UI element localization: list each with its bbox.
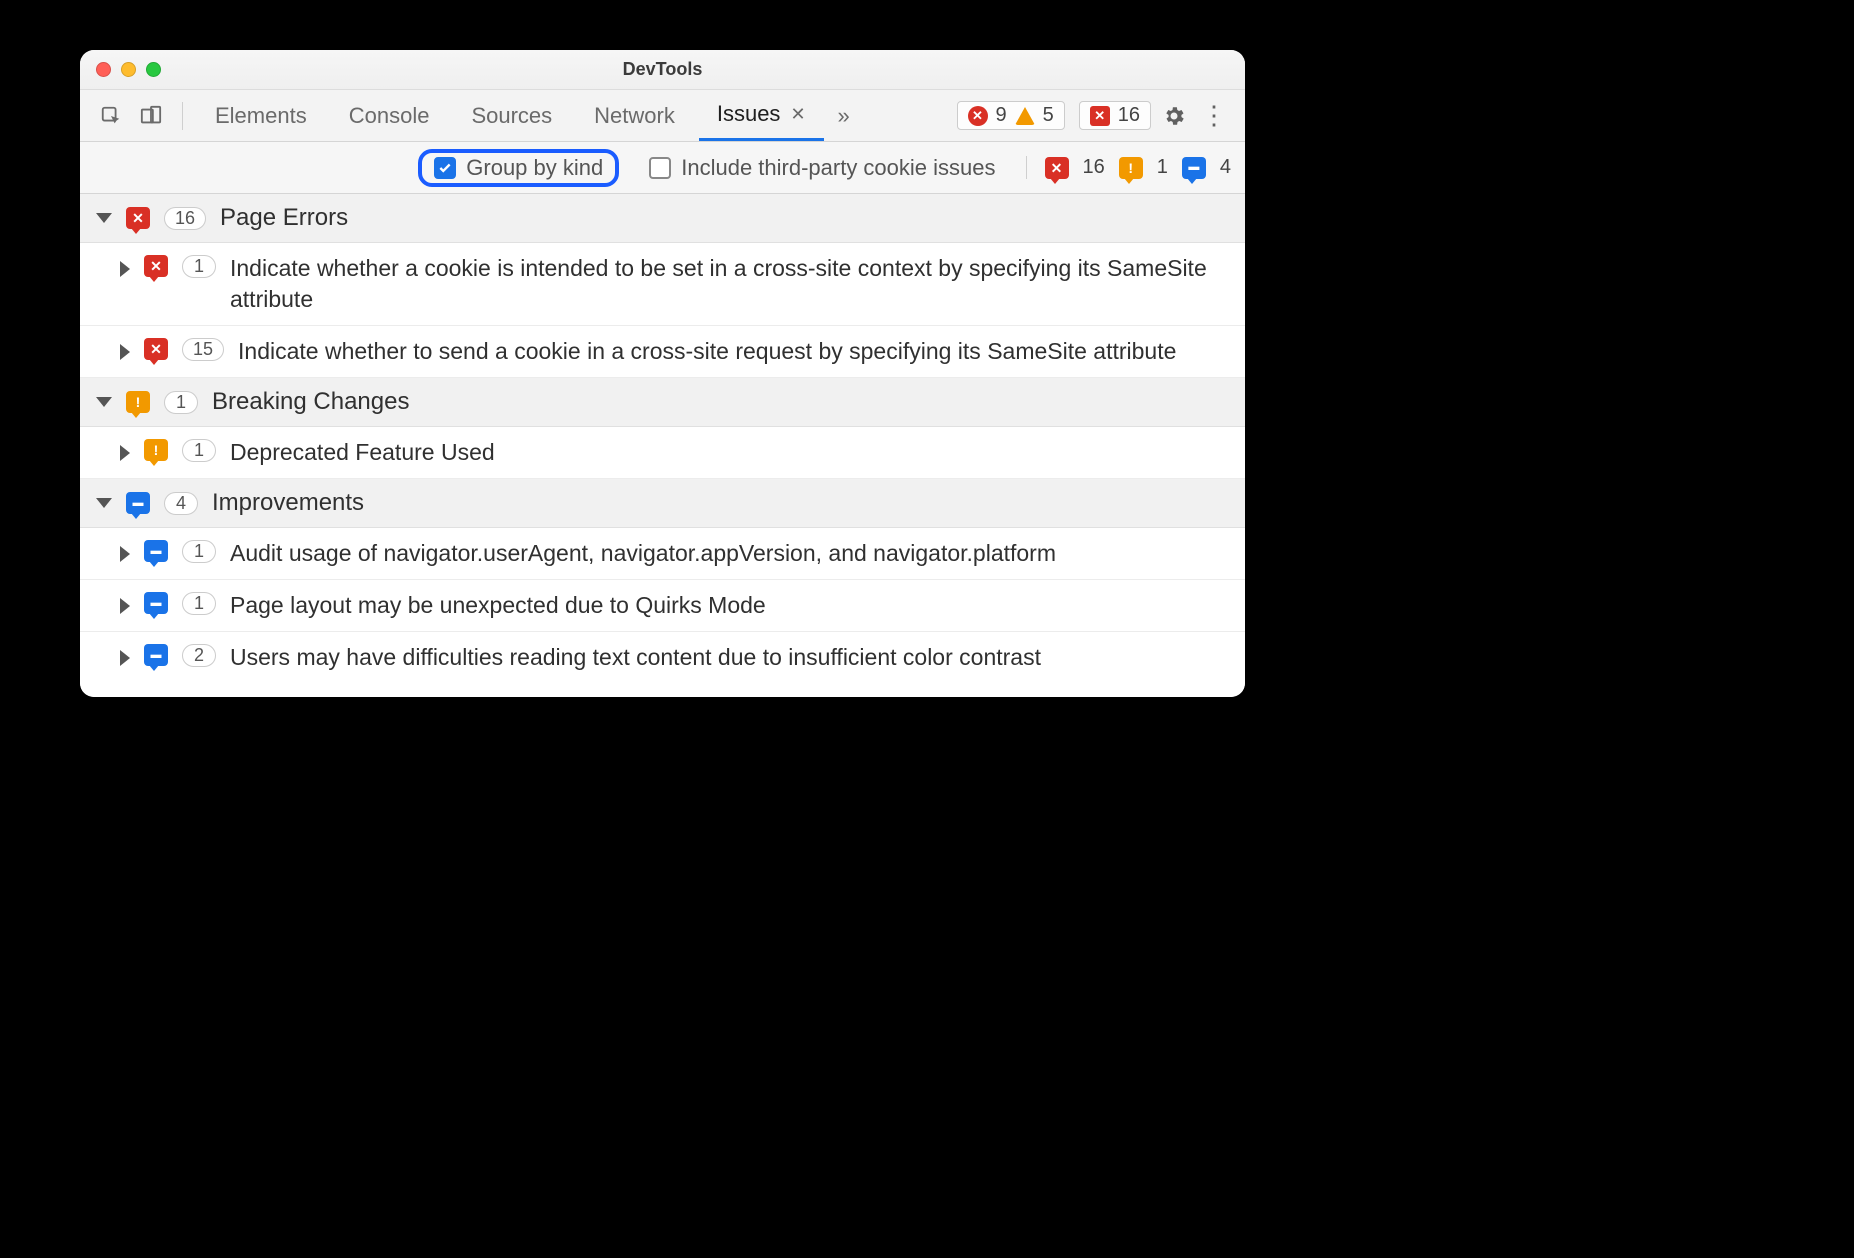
group-count-badge: 1 <box>164 391 198 414</box>
group-title: Page Errors <box>220 204 348 232</box>
checkbox-label: Group by kind <box>466 155 603 181</box>
divider <box>182 102 183 130</box>
group-by-kind-checkbox[interactable]: Group by kind <box>418 149 619 187</box>
tab-console[interactable]: Console <box>331 90 448 141</box>
tab-elements[interactable]: Elements <box>197 90 325 141</box>
group-header-page-errors[interactable]: ✕ 16 Page Errors <box>80 194 1245 243</box>
more-options-icon[interactable]: ⋮ <box>1197 99 1231 133</box>
tab-label: Network <box>594 103 675 129</box>
minimize-window-button[interactable] <box>121 62 136 77</box>
warning-bubble-icon: ! <box>126 391 150 413</box>
issue-row[interactable]: ! 1 Deprecated Feature Used <box>80 427 1245 479</box>
chevron-right-icon <box>120 344 130 360</box>
checkbox-unchecked-icon <box>649 157 671 179</box>
close-tab-icon[interactable]: ✕ <box>790 104 805 125</box>
issue-row[interactable]: ▬ 1 Page layout may be unexpected due to… <box>80 580 1245 632</box>
issue-message: Indicate whether a cookie is intended to… <box>230 253 1229 315</box>
chevron-right-icon <box>120 546 130 562</box>
info-bubble-icon: ▬ <box>144 644 168 666</box>
issues-badge[interactable]: ✕ 16 <box>1079 101 1151 130</box>
tab-label: Console <box>349 103 430 129</box>
tabstrip: Elements Console Sources Network Issues … <box>80 90 1245 142</box>
titlebar: DevTools <box>80 50 1245 90</box>
issue-count-badge: 1 <box>182 255 216 278</box>
issue-row[interactable]: ✕ 1 Indicate whether a cookie is intende… <box>80 243 1245 326</box>
chevron-down-icon <box>96 213 112 223</box>
error-bubble-icon: ✕ <box>144 338 168 360</box>
settings-icon[interactable] <box>1157 99 1191 133</box>
checkbox-checked-icon <box>434 157 456 179</box>
issues-filterbar: Group by kind Include third-party cookie… <box>80 142 1245 194</box>
group-header-breaking-changes[interactable]: ! 1 Breaking Changes <box>80 378 1245 427</box>
warning-bubble-icon[interactable]: ! <box>1119 157 1143 179</box>
chevron-right-icon <box>120 261 130 277</box>
tab-network[interactable]: Network <box>576 90 693 141</box>
warning-count: 5 <box>1043 104 1054 127</box>
error-bubble-icon: ✕ <box>144 255 168 277</box>
tab-label: Elements <box>215 103 307 129</box>
group-header-improvements[interactable]: ▬ 4 Improvements <box>80 479 1245 528</box>
window-title: DevTools <box>623 59 703 80</box>
info-bubble-icon: ▬ <box>126 492 150 514</box>
info-bubble-icon: ▬ <box>144 592 168 614</box>
issues-count: 16 <box>1118 104 1140 127</box>
checkbox-label: Include third-party cookie issues <box>681 155 995 181</box>
warning-triangle-icon <box>1015 107 1035 125</box>
error-bubble-icon[interactable]: ✕ <box>1045 157 1069 179</box>
tab-issues[interactable]: Issues ✕ <box>699 90 824 141</box>
info-bubble-icon: ▬ <box>144 540 168 562</box>
info-bubble-icon[interactable]: ▬ <box>1182 157 1206 179</box>
error-bubble-count: 16 <box>1083 156 1105 179</box>
third-party-cookie-checkbox[interactable]: Include third-party cookie issues <box>637 151 1007 185</box>
window-controls <box>96 62 161 77</box>
issue-message: Page layout may be unexpected due to Qui… <box>230 590 766 621</box>
issue-row[interactable]: ▬ 2 Users may have difficulties reading … <box>80 632 1245 683</box>
more-tabs-icon[interactable]: » <box>830 103 858 129</box>
issue-count-badge: 1 <box>182 540 216 563</box>
toggle-device-icon[interactable] <box>134 99 168 133</box>
issue-message: Indicate whether to send a cookie in a c… <box>238 336 1176 367</box>
chevron-right-icon <box>120 650 130 666</box>
chevron-right-icon <box>120 445 130 461</box>
error-count: 9 <box>996 104 1007 127</box>
info-bubble-count: 4 <box>1220 156 1231 179</box>
close-window-button[interactable] <box>96 62 111 77</box>
inspect-element-icon[interactable] <box>94 99 128 133</box>
console-error-warning-badge[interactable]: ✕ 9 5 <box>957 101 1065 130</box>
issue-kind-counts: ✕ 16 ! 1 ▬ 4 <box>1026 156 1232 179</box>
chevron-down-icon <box>96 498 112 508</box>
group-count-badge: 4 <box>164 492 198 515</box>
tab-label: Sources <box>471 103 552 129</box>
group-title: Improvements <box>212 489 364 517</box>
issue-message: Users may have difficulties reading text… <box>230 642 1041 673</box>
tab-label: Issues <box>717 101 781 127</box>
issue-count-badge: 15 <box>182 338 224 361</box>
tab-sources[interactable]: Sources <box>453 90 570 141</box>
error-square-icon: ✕ <box>1090 106 1110 126</box>
error-bubble-icon: ✕ <box>126 207 150 229</box>
chevron-down-icon <box>96 397 112 407</box>
issue-message: Audit usage of navigator.userAgent, navi… <box>230 538 1056 569</box>
issue-count-badge: 1 <box>182 439 216 462</box>
issue-row[interactable]: ✕ 15 Indicate whether to send a cookie i… <box>80 326 1245 378</box>
issue-message: Deprecated Feature Used <box>230 437 495 468</box>
error-circle-icon: ✕ <box>968 106 988 126</box>
warning-bubble-icon: ! <box>144 439 168 461</box>
issue-count-badge: 2 <box>182 644 216 667</box>
warning-bubble-count: 1 <box>1157 156 1168 179</box>
group-title: Breaking Changes <box>212 388 409 416</box>
chevron-right-icon <box>120 598 130 614</box>
issue-row[interactable]: ▬ 1 Audit usage of navigator.userAgent, … <box>80 528 1245 580</box>
group-count-badge: 16 <box>164 207 206 230</box>
issues-panel: ✕ 16 Page Errors ✕ 1 Indicate whether a … <box>80 194 1245 697</box>
zoom-window-button[interactable] <box>146 62 161 77</box>
devtools-window: DevTools Elements Console Sources Networ… <box>80 50 1245 697</box>
issue-count-badge: 1 <box>182 592 216 615</box>
